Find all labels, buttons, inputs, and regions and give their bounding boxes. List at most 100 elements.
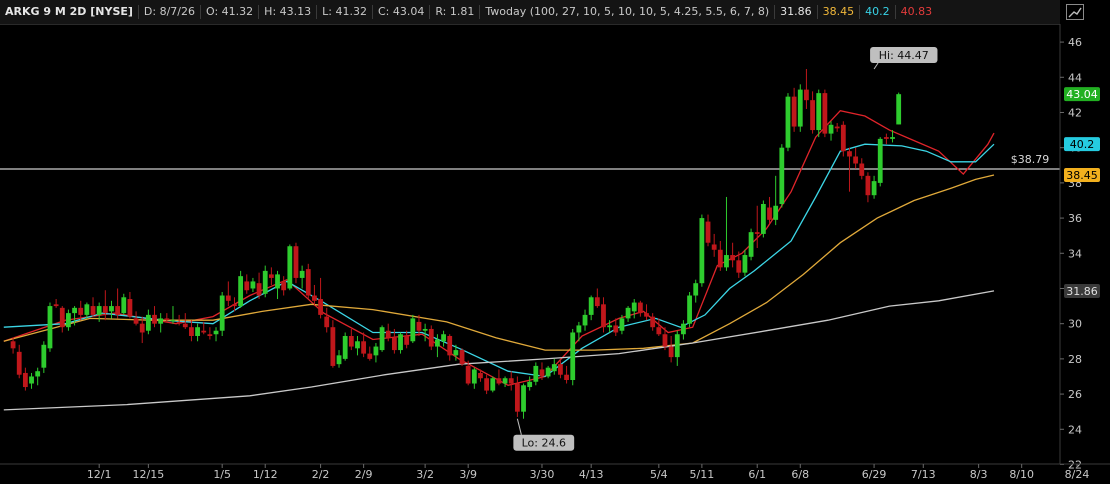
date-tick-label: 1/5 — [213, 468, 231, 481]
date-tick-label: 6/8 — [791, 468, 809, 481]
candle-body — [262, 270, 268, 294]
candle-body — [195, 327, 200, 336]
candle-body — [225, 295, 231, 301]
candle-body — [773, 205, 779, 220]
candle-body — [668, 346, 674, 358]
candle-body — [164, 318, 170, 321]
candle-body — [490, 378, 496, 391]
candle-body — [847, 151, 852, 157]
price-tick-label: 26 — [1068, 388, 1082, 401]
date-tick-label: 3/2 — [416, 468, 434, 481]
candle-body — [810, 100, 815, 131]
candle-body — [736, 260, 742, 273]
candle-body — [336, 355, 342, 365]
candle-body — [391, 337, 397, 351]
candle-body — [287, 246, 293, 289]
candle-body — [748, 232, 754, 257]
moving-average-cyan — [3, 143, 995, 378]
price-level-label: $38.79 — [1011, 153, 1050, 166]
candle-body — [453, 350, 459, 356]
price-tick-label: 34 — [1068, 247, 1082, 260]
candle-body — [96, 306, 102, 315]
candle-body — [422, 328, 428, 331]
candle-body — [502, 378, 508, 384]
date-tick-label: 3/9 — [459, 468, 477, 481]
candle-body — [398, 334, 403, 351]
candle-body — [834, 126, 840, 129]
candle-body — [16, 351, 22, 375]
candle-body — [478, 372, 483, 379]
candle-body — [41, 344, 47, 368]
candle-body — [804, 89, 809, 101]
candle-body — [176, 321, 182, 324]
candle-body — [816, 93, 822, 131]
candle-body — [760, 204, 766, 234]
candle-body — [465, 365, 471, 384]
candle-body — [496, 378, 502, 384]
candle-body — [268, 274, 274, 278]
candle-body — [705, 221, 711, 243]
candle-body — [35, 371, 41, 377]
candle-body — [109, 306, 114, 312]
candle-body — [416, 321, 422, 331]
candle-body — [281, 281, 287, 291]
date-tick-label: 2/2 — [312, 468, 330, 481]
candle-body — [133, 318, 139, 324]
candle-body — [373, 346, 379, 356]
candle-body — [582, 314, 588, 326]
moving-average-red — [3, 109, 995, 386]
candle-body — [865, 175, 871, 196]
candle-body — [158, 318, 164, 324]
price-tick-label: 36 — [1068, 212, 1082, 225]
candle-body — [570, 332, 576, 380]
price-tick-label: 42 — [1068, 106, 1082, 119]
candle-body — [558, 364, 563, 375]
candle-body — [53, 304, 59, 307]
candle-body — [607, 325, 613, 328]
candle-body — [250, 281, 256, 289]
candle-body — [601, 304, 606, 328]
date-tick-label: 7/13 — [911, 468, 936, 481]
date-tick-label: 2/9 — [355, 468, 373, 481]
price-label: 43.04 — [1066, 88, 1098, 101]
date-tick-label: 3/30 — [530, 468, 555, 481]
lo-label-pointer — [516, 418, 522, 435]
date-tick-label: 4/13 — [579, 468, 604, 481]
candle-body — [853, 156, 859, 164]
candle-body — [342, 336, 348, 359]
price-label: 38.45 — [1066, 169, 1098, 182]
candle-body — [139, 323, 145, 333]
candle-body — [348, 336, 354, 347]
candle-body — [681, 323, 686, 335]
candle-body — [521, 385, 526, 412]
candle-body — [312, 295, 317, 301]
candle-body — [201, 330, 207, 333]
candle-body — [459, 350, 465, 365]
candle-body — [78, 307, 84, 315]
candle-body — [182, 323, 188, 328]
price-chart[interactable]: $38.79 Hi: 44.47Lo: 24.6 222426283032343… — [0, 0, 1110, 484]
date-tick-label: 1/12 — [253, 468, 278, 481]
candle-body — [102, 306, 108, 314]
candle-body — [379, 327, 385, 351]
candle-body — [471, 369, 477, 384]
candle-body — [508, 378, 514, 384]
candle-body — [385, 330, 391, 338]
candle-body — [318, 299, 323, 315]
candle-body — [47, 306, 53, 349]
candle-body — [361, 341, 367, 354]
candle-body — [742, 255, 748, 273]
date-tick-label: 8/10 — [1009, 468, 1034, 481]
hi-label: Hi: 44.47 — [879, 49, 929, 62]
price-tick-label: 24 — [1068, 423, 1082, 436]
price-label: 40.2 — [1070, 138, 1095, 151]
candle-body — [115, 306, 121, 315]
candle-body — [514, 383, 520, 412]
candle-body — [238, 276, 244, 307]
candle-body — [637, 302, 643, 314]
date-tick-label: 8/24 — [1065, 468, 1090, 481]
candle-body — [256, 283, 262, 296]
candle-body — [324, 316, 330, 328]
candle-body — [687, 295, 692, 324]
candle-body — [896, 94, 902, 125]
